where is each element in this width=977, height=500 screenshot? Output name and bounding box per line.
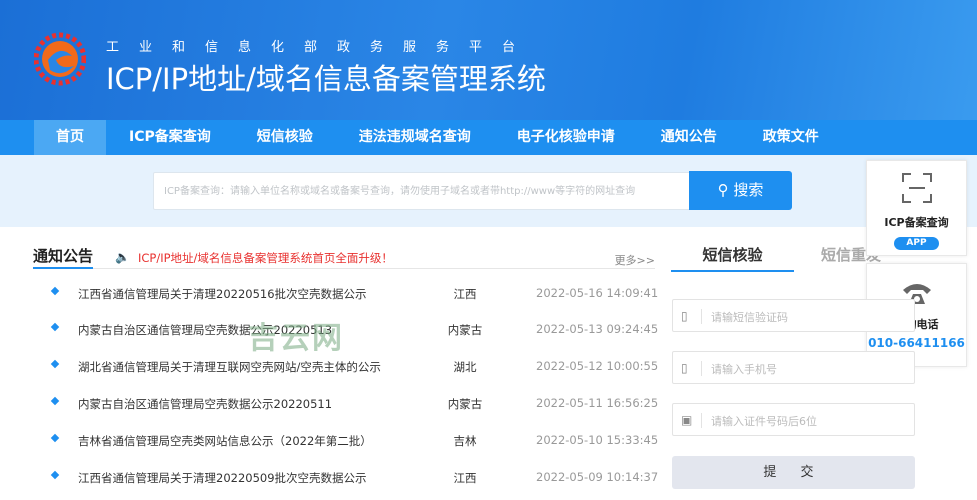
- bullet-icon: [50, 396, 60, 406]
- id-number-input[interactable]: ▣ 请输入证件号码后6位: [672, 403, 915, 436]
- sms-tabs: 短信核验 短信重发: [671, 240, 891, 272]
- bullet-icon: [50, 470, 60, 480]
- divider: [701, 309, 702, 324]
- notice-date: 2022-05-11 16:56:25: [536, 396, 659, 410]
- header: 工业和信息化部政务服务平台 ICP/IP地址/域名信息备案管理系统: [0, 0, 977, 120]
- nav-notices[interactable]: 通知公告: [638, 120, 740, 155]
- notice-link[interactable]: 江西省通信管理局关于清理20220509批次空壳数据公示: [78, 470, 367, 486]
- sms-phone-icon: ▯: [681, 309, 688, 323]
- notice-title[interactable]: 通知公告: [33, 245, 94, 269]
- notice-header: 通知公告 🔈 ICP/IP地址/域名信息备案管理系统首页全面升级！ 更多>>: [33, 245, 655, 269]
- more-link[interactable]: 更多>>: [615, 252, 655, 268]
- nav-illegal-domain[interactable]: 违法违规域名查询: [336, 120, 494, 155]
- notice-province: 吉林: [453, 434, 477, 448]
- notice-province: 江西: [453, 471, 477, 485]
- bullet-icon: [50, 286, 60, 296]
- logo-icon: [34, 32, 86, 86]
- nav-policy[interactable]: 政策文件: [740, 120, 842, 155]
- notice-date: 2022-05-09 10:14:37: [536, 470, 659, 484]
- notice-link[interactable]: 江西省通信管理局关于清理20220516批次空壳数据公示: [78, 286, 367, 302]
- notice-link[interactable]: 湖北省通信管理局关于清理互联网空壳网站/空壳主体的公示: [78, 359, 381, 375]
- phone-number: 010-66411166: [868, 336, 965, 350]
- search-input[interactable]: ICP备案查询：请输入单位名称或域名或备案号查询，请勿使用子域名或者带http:…: [153, 172, 690, 210]
- nav-sms-verify[interactable]: 短信核验: [234, 120, 336, 155]
- placeholder: 请输入手机号: [711, 363, 777, 376]
- mobile-input[interactable]: ▯ 请输入手机号: [672, 351, 915, 384]
- notice-date: 2022-05-13 09:24:45: [536, 322, 659, 336]
- app-qr-panel[interactable]: ICP备案查询 APP: [866, 160, 967, 256]
- id-card-icon: ▣: [681, 413, 693, 427]
- nav-e-verify[interactable]: 电子化核验申请: [494, 120, 638, 155]
- bullet-icon: [50, 433, 60, 443]
- search-icon: ⚲: [717, 181, 729, 199]
- scan-icon: [901, 173, 932, 203]
- mobile-icon: ▯: [681, 361, 688, 375]
- watermark: 吉云网: [248, 321, 344, 356]
- sms-code-input[interactable]: ▯ 请输短信验证码: [672, 299, 915, 332]
- placeholder: 请输入证件号码后6位: [711, 415, 817, 428]
- notice-province: 湖北: [453, 360, 477, 374]
- notice-row[interactable]: 江西省通信管理局关于清理20220516批次空壳数据公示 江西 2022-05-16…: [50, 286, 658, 306]
- notice-row[interactable]: 内蒙古自治区通信管理局空壳数据公示20220513 内蒙古 2022-05-13 0…: [50, 322, 658, 342]
- notice-row[interactable]: 内蒙古自治区通信管理局空壳数据公示20220511 内蒙古 2022-05-11 1…: [50, 396, 658, 416]
- notice-link[interactable]: 吉林省通信管理局空壳类网站信息公示（2022年第二批）: [78, 433, 372, 449]
- notice-province: 内蒙古: [447, 323, 483, 337]
- notice-date: 2022-05-12 10:00:55: [536, 359, 659, 373]
- divider: [701, 413, 702, 428]
- bullet-icon: [50, 322, 60, 332]
- notice-province: 内蒙古: [447, 397, 483, 411]
- notice-date: 2022-05-10 15:33:45: [536, 433, 659, 447]
- notice-row[interactable]: 湖北省通信管理局关于清理互联网空壳网站/空壳主体的公示 湖北 2022-05-12 …: [50, 359, 658, 379]
- app-badge: APP: [894, 237, 939, 250]
- tab-sms-verify[interactable]: 短信核验: [671, 240, 794, 272]
- header-subtitle: 工业和信息化部政务服务平台: [106, 40, 536, 55]
- notice-marquee[interactable]: ICP/IP地址/域名信息备案管理系统首页全面升级！: [138, 250, 393, 266]
- site-title: ICP/IP地址/域名信息备案管理系统: [106, 62, 546, 96]
- notice-link[interactable]: 内蒙古自治区通信管理局空壳数据公示20220511: [78, 396, 332, 412]
- main-nav: 首页 ICP备案查询 短信核验 违法违规域名查询 电子化核验申请 通知公告 政策…: [0, 120, 977, 155]
- placeholder: 请输短信验证码: [711, 311, 788, 324]
- submit-button[interactable]: 提 交: [672, 456, 915, 489]
- search-button[interactable]: ⚲ 搜索: [689, 171, 792, 210]
- bullet-icon: [50, 359, 60, 369]
- notice-row[interactable]: 吉林省通信管理局空壳类网站信息公示（2022年第二批） 吉林 2022-05-10 …: [50, 433, 658, 453]
- notice-row[interactable]: 江西省通信管理局关于清理20220509批次空壳数据公示 江西 2022-05-09…: [50, 470, 658, 490]
- notice-date: 2022-05-16 14:09:41: [536, 286, 659, 300]
- notice-province: 江西: [453, 287, 477, 301]
- speaker-icon: 🔈: [115, 250, 130, 264]
- divider: [701, 361, 702, 376]
- app-label: ICP备案查询: [884, 216, 949, 229]
- nav-home[interactable]: 首页: [34, 120, 106, 155]
- nav-icp-query[interactable]: ICP备案查询: [106, 120, 234, 155]
- search-button-label: 搜索: [733, 181, 764, 199]
